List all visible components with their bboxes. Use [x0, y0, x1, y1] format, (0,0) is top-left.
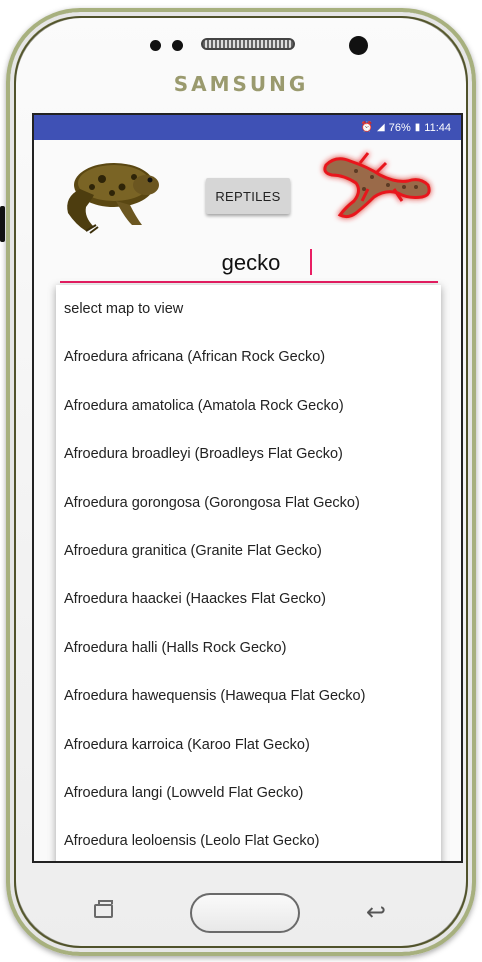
home-button[interactable] — [190, 893, 300, 933]
dropdown-item[interactable]: Afroedura hawequensis (Hawequa Flat Geck… — [56, 672, 441, 720]
suggestions-dropdown: select map to view Afroedura africana (A… — [56, 285, 441, 861]
search-field[interactable] — [60, 245, 442, 283]
search-input[interactable] — [60, 245, 442, 281]
dropdown-item[interactable]: Afroedura karroica (Karoo Flat Gecko) — [56, 721, 441, 769]
clock: 11:44 — [424, 121, 451, 134]
battery-icon: ▮ — [414, 122, 421, 133]
reptiles-button[interactable]: REPTILES — [206, 178, 290, 214]
dropdown-item[interactable]: Afroedura leoloensis (Leolo Flat Gecko) — [56, 817, 441, 861]
sensor-dot — [150, 40, 161, 51]
gecko-image — [323, 152, 431, 219]
front-camera — [349, 36, 368, 55]
dropdown-item[interactable]: Afroedura gorongosa (Gorongosa Flat Geck… — [56, 479, 441, 527]
frog-image — [67, 163, 159, 234]
signal-icon: ◢ — [377, 122, 385, 133]
text-cursor — [310, 249, 312, 275]
dropdown-item[interactable]: Afroedura africana (African Rock Gecko) — [56, 333, 441, 381]
dropdown-item[interactable]: Afroedura halli (Halls Rock Gecko) — [56, 624, 441, 672]
dropdown-item[interactable]: Afroedura langi (Lowveld Flat Gecko) — [56, 769, 441, 817]
dropdown-item[interactable]: Afroedura granitica (Granite Flat Gecko) — [56, 527, 441, 575]
battery-percent: 76% — [388, 121, 411, 134]
sensor-dot — [172, 40, 183, 51]
alarm-icon: ⏰ — [360, 122, 374, 133]
brand-logo: SAMSUNG — [173, 72, 309, 96]
back-icon[interactable]: ↩ — [366, 898, 386, 926]
dropdown-item[interactable]: Afroedura haackei (Haackes Flat Gecko) — [56, 575, 441, 623]
status-bar: ⏰ ◢ 76% ▮ 11:44 — [34, 115, 461, 140]
screen: ⏰ ◢ 76% ▮ 11:44 REPTILES gecko select ma… — [32, 113, 463, 863]
dropdown-item[interactable]: select map to view — [56, 285, 441, 333]
dropdown-item[interactable]: Afroedura broadleyi (Broadleys Flat Geck… — [56, 430, 441, 478]
earpiece-speaker — [201, 38, 295, 50]
side-key — [0, 206, 5, 242]
recent-apps-icon[interactable] — [94, 900, 113, 918]
dropdown-item[interactable]: Afroedura amatolica (Amatola Rock Gecko) — [56, 382, 441, 430]
